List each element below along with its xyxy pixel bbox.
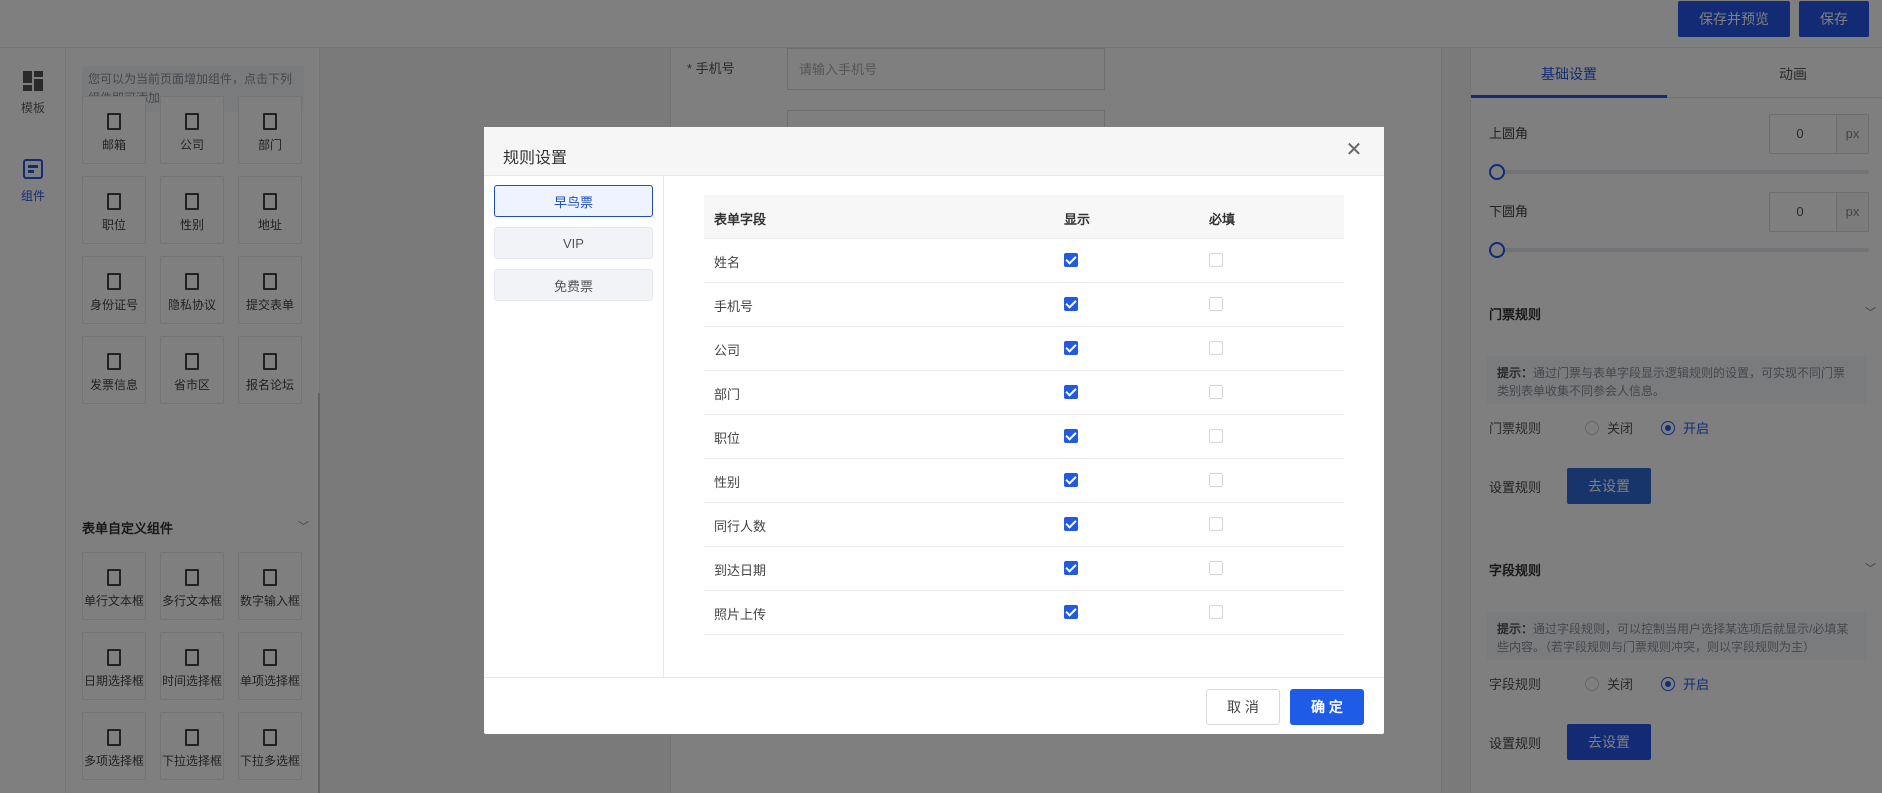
field-name: 公司 <box>714 343 741 358</box>
table-row: 手机号 <box>704 283 1344 327</box>
show-checkbox[interactable] <box>1064 385 1078 399</box>
col-show: 显示 <box>1064 212 1091 227</box>
ticket-tab-1[interactable]: 早鸟票 <box>494 185 653 217</box>
table-row: 同行人数 <box>704 503 1344 547</box>
required-checkbox[interactable] <box>1209 341 1223 355</box>
field-name: 性别 <box>714 475 741 490</box>
close-icon[interactable]: ✕ <box>1345 140 1363 160</box>
field-name: 职位 <box>714 431 741 446</box>
field-name: 手机号 <box>714 299 754 314</box>
table-row: 到达日期 <box>704 547 1344 591</box>
table-row: 姓名 <box>704 239 1344 283</box>
table-row: 部门 <box>704 371 1344 415</box>
field-name: 部门 <box>714 387 741 402</box>
show-checkbox[interactable] <box>1064 253 1078 267</box>
cancel-button[interactable]: 取 消 <box>1206 689 1280 725</box>
col-required: 必填 <box>1209 212 1236 227</box>
field-name: 照片上传 <box>714 607 767 622</box>
show-checkbox[interactable] <box>1064 605 1078 619</box>
confirm-button[interactable]: 确 定 <box>1290 689 1364 725</box>
ticket-tab-2[interactable]: VIP <box>494 227 653 259</box>
required-checkbox[interactable] <box>1209 605 1223 619</box>
required-checkbox[interactable] <box>1209 473 1223 487</box>
show-checkbox[interactable] <box>1064 473 1078 487</box>
show-checkbox[interactable] <box>1064 341 1078 355</box>
show-checkbox[interactable] <box>1064 561 1078 575</box>
required-checkbox[interactable] <box>1209 429 1223 443</box>
table-row: 性别 <box>704 459 1344 503</box>
table-row: 职位 <box>704 415 1344 459</box>
required-checkbox[interactable] <box>1209 517 1223 531</box>
ticket-list: 早鸟票 VIP 免费票 <box>484 176 664 677</box>
dialog-footer: 取 消 确 定 <box>484 677 1384 734</box>
table-row: 公司 <box>704 327 1344 371</box>
dialog-header: 规则设置 ✕ <box>484 127 1384 176</box>
field-name: 姓名 <box>714 255 741 270</box>
show-checkbox[interactable] <box>1064 429 1078 443</box>
required-checkbox[interactable] <box>1209 561 1223 575</box>
table-row: 照片上传 <box>704 591 1344 635</box>
show-checkbox[interactable] <box>1064 297 1078 311</box>
show-checkbox[interactable] <box>1064 517 1078 531</box>
required-checkbox[interactable] <box>1209 253 1223 267</box>
dialog-title: 规则设置 <box>503 150 568 167</box>
field-name: 同行人数 <box>714 519 767 534</box>
required-checkbox[interactable] <box>1209 297 1223 311</box>
ticket-tab-3[interactable]: 免费票 <box>494 269 653 301</box>
required-checkbox[interactable] <box>1209 385 1223 399</box>
field-name: 到达日期 <box>714 563 767 578</box>
rule-settings-dialog: 规则设置 ✕ 早鸟票 VIP 免费票 表单字段 显示 必填 姓名手机号公司部门职位性… <box>484 127 1384 734</box>
col-field: 表单字段 <box>714 212 767 227</box>
table-header: 表单字段 显示 必填 <box>704 195 1344 239</box>
